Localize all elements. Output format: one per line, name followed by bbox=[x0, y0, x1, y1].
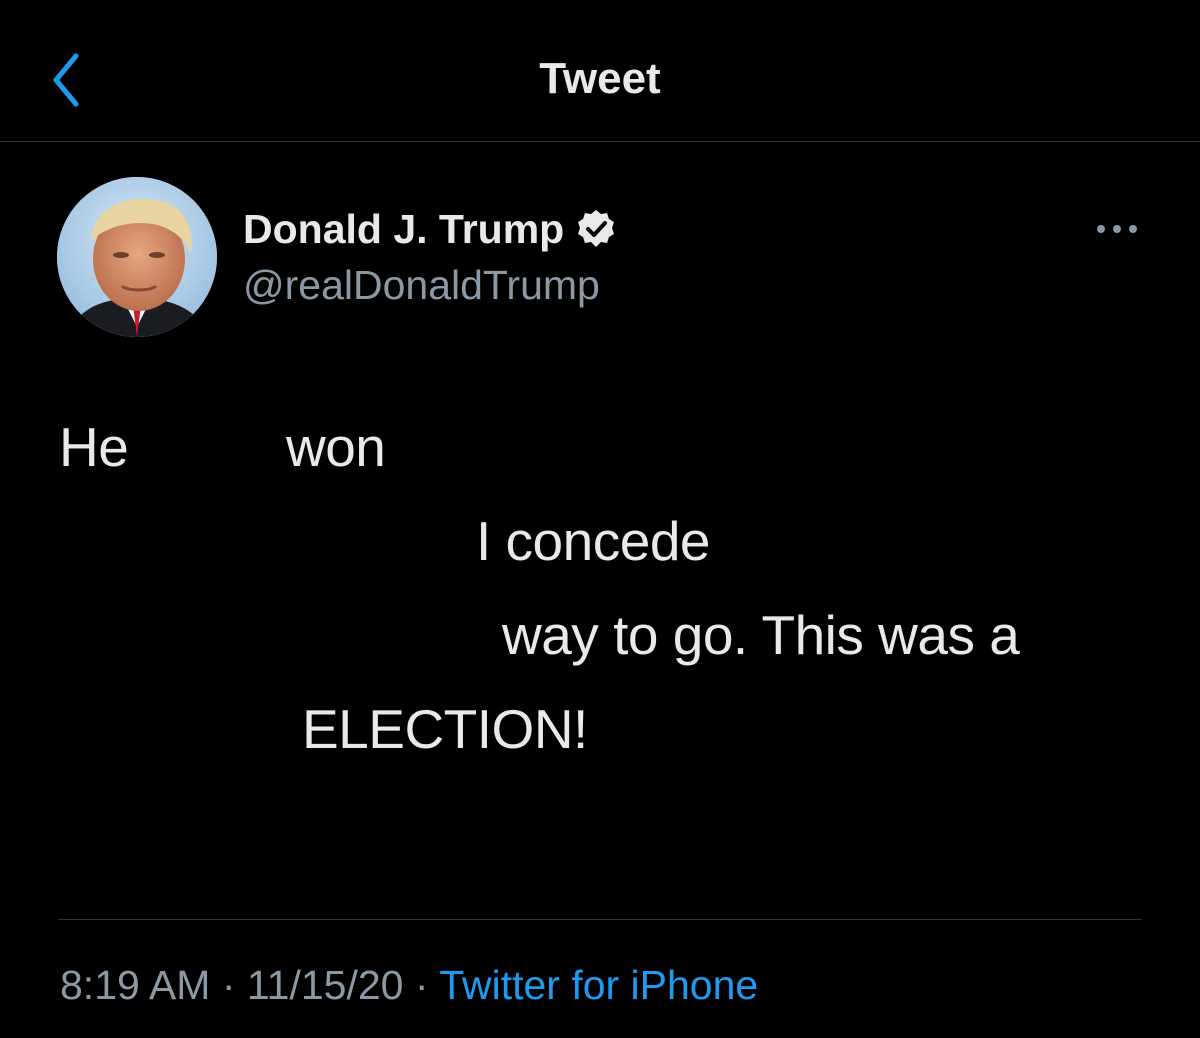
tweet-fragment: I concede bbox=[476, 510, 711, 572]
profile-photo bbox=[57, 177, 217, 337]
display-name[interactable]: Donald J. Trump bbox=[243, 206, 564, 253]
page-title: Tweet bbox=[539, 54, 661, 103]
verified-badge-icon bbox=[578, 210, 615, 247]
tweet-fragment: way to go. This was a bbox=[502, 604, 1020, 666]
more-options-button[interactable] bbox=[1092, 214, 1142, 244]
avatar[interactable] bbox=[57, 177, 217, 337]
author-name-row[interactable]: Donald J. Trump bbox=[243, 204, 618, 254]
tweet-metadata: 8:19 AM · 11/15/20 · Twitter for iPhone bbox=[60, 962, 758, 1009]
divider bbox=[58, 919, 1142, 920]
more-horizontal-icon bbox=[1097, 225, 1137, 233]
tweet-fragment: ELECTION! bbox=[302, 698, 588, 760]
tweet-fragment: won bbox=[286, 416, 386, 478]
meta-separator: · bbox=[414, 962, 429, 1008]
tweet-date[interactable]: 11/15/20 bbox=[247, 962, 404, 1008]
tweet-time[interactable]: 8:19 AM bbox=[60, 962, 210, 1008]
source-link[interactable]: Twitter for iPhone bbox=[439, 962, 758, 1008]
meta-separator: · bbox=[221, 962, 236, 1008]
tweet-fragment: He bbox=[59, 416, 129, 478]
handle[interactable]: @realDonaldTrump bbox=[243, 262, 600, 309]
top-bar: Tweet bbox=[0, 0, 1200, 142]
